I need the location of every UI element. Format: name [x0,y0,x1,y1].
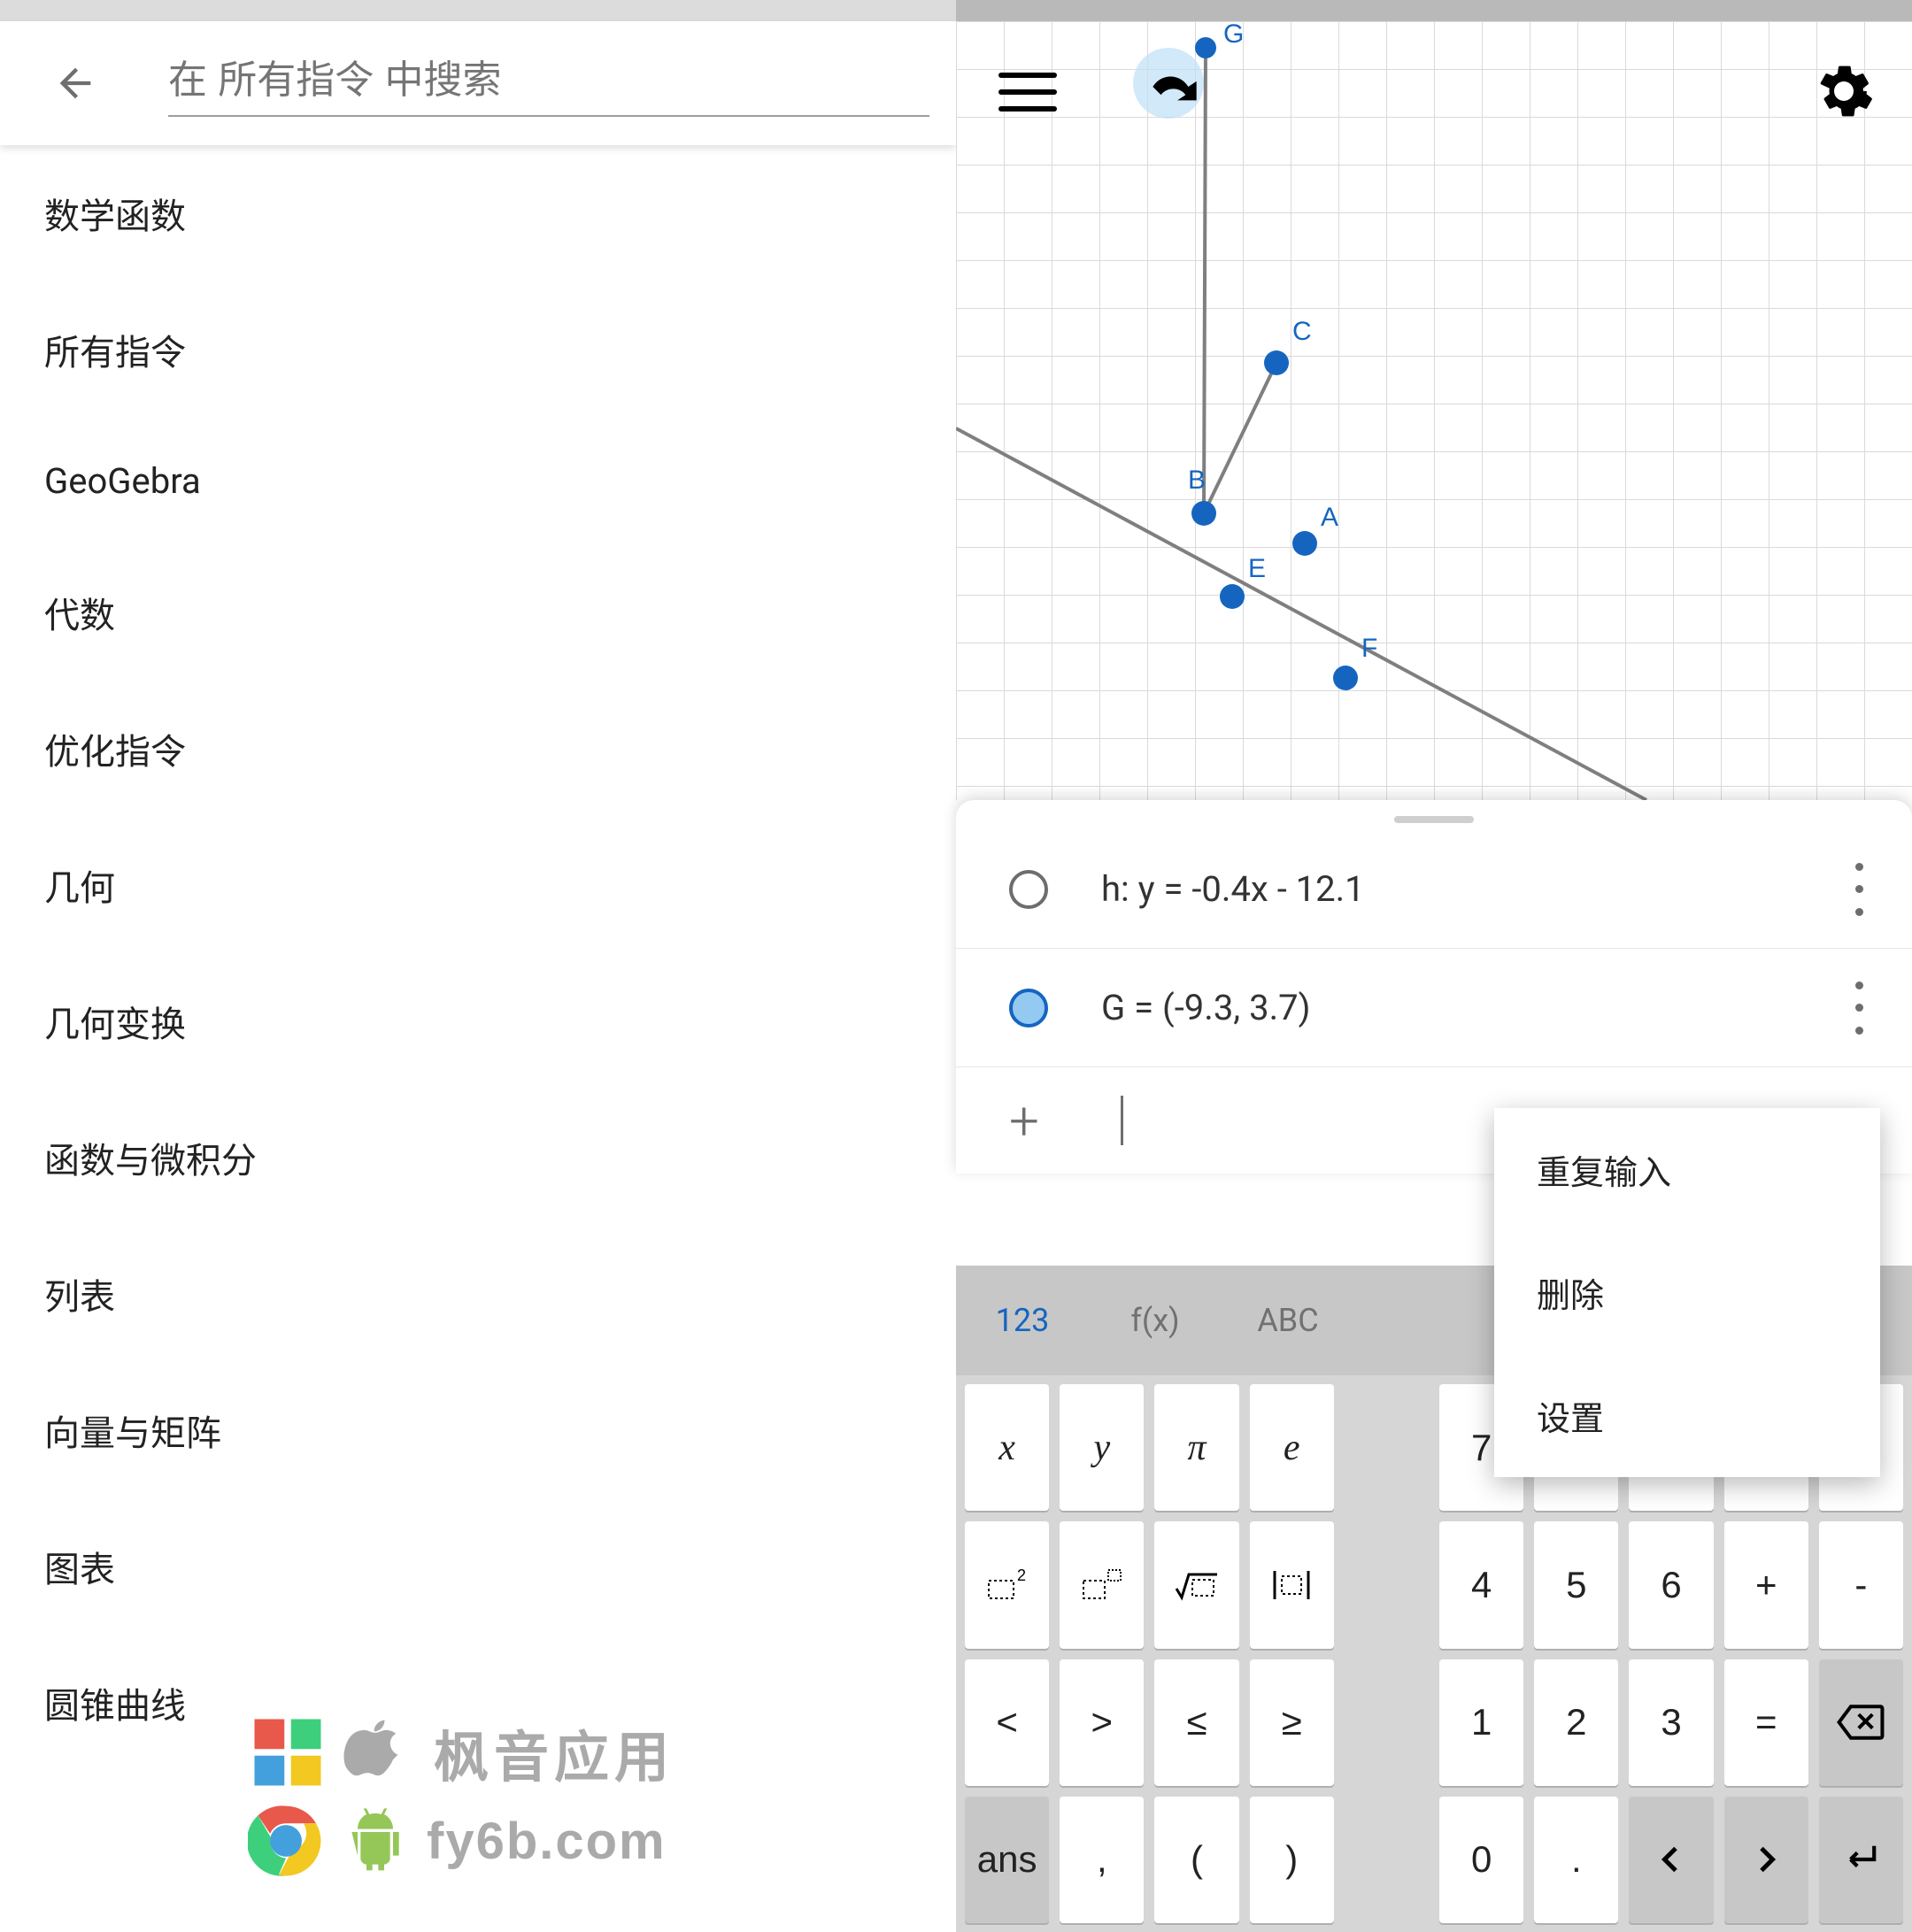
category-item[interactable]: 向量与矩阵 [0,1362,956,1498]
key-right-arrow[interactable] [1724,1797,1808,1923]
status-bar [956,0,1912,21]
svg-text:G: G [1223,21,1244,49]
keyboard-tab-fx[interactable]: f(x) [1089,1266,1222,1375]
algebra-row[interactable]: G = (-9.3, 3.7) [956,949,1912,1067]
key-6[interactable]: 6 [1629,1521,1713,1648]
key-abs[interactable] [1250,1521,1334,1648]
key-e[interactable]: e [1250,1384,1334,1511]
category-item[interactable]: 几何变换 [0,953,956,1089]
key-comma[interactable]: , [1060,1797,1144,1923]
key-enter[interactable] [1819,1797,1903,1923]
key-y[interactable]: y [1060,1384,1144,1511]
graph-svg: G C B A E F [956,21,1912,800]
context-menu: 重复输入 删除 设置 [1494,1108,1880,1477]
segment-bc[interactable] [1204,363,1276,513]
category-item[interactable]: 列表 [0,1226,956,1362]
point-G[interactable]: G [1195,21,1244,58]
status-bar [0,0,956,21]
key-minus[interactable]: - [1819,1521,1903,1648]
category-item[interactable]: 代数 [0,544,956,681]
key-rparen[interactable]: ) [1250,1797,1334,1923]
search-row [0,21,956,145]
key-gap [1345,1797,1429,1923]
visibility-toggle[interactable] [1009,989,1048,1028]
expression[interactable]: h: y = -0.4x - 12.1 [1101,868,1841,910]
category-item[interactable]: 函数与微积分 [0,1089,956,1226]
key-equals[interactable]: = [1724,1659,1808,1786]
key-left-arrow[interactable] [1629,1797,1713,1923]
key-lte[interactable]: ≤ [1154,1659,1238,1786]
category-item[interactable]: 数学函数 [0,145,956,281]
key-5[interactable]: 5 [1534,1521,1618,1648]
key-2[interactable]: 2 [1534,1659,1618,1786]
key-lparen[interactable]: ( [1154,1797,1238,1923]
svg-text:2: 2 [1017,1568,1026,1584]
input-cursor [1121,1096,1123,1145]
search-input[interactable] [168,50,929,117]
row-menu-icon[interactable] [1841,981,1877,1035]
key-0[interactable]: 0 [1439,1797,1523,1923]
category-item[interactable]: 优化指令 [0,681,956,817]
key-gte[interactable]: ≥ [1250,1659,1334,1786]
key-dot[interactable]: . [1534,1797,1618,1923]
point-A[interactable]: A [1292,503,1338,556]
category-item[interactable]: 所有指令 [0,281,956,418]
key-gap [1345,1659,1429,1786]
apple-icon [343,1715,418,1790]
menu-item-delete[interactable]: 删除 [1494,1231,1880,1354]
menu-item-settings[interactable]: 设置 [1494,1354,1880,1477]
chrome-icon [248,1803,324,1879]
point-C[interactable]: C [1264,317,1312,375]
svg-text:B: B [1188,466,1206,495]
right-pane: G C B A E F h: y = -0.4x - 12.1 G = (-9.… [956,0,1912,1932]
keyboard-tab-123[interactable]: 123 [956,1266,1089,1375]
category-item[interactable]: GeoGebra [0,418,956,544]
category-item[interactable]: 几何 [0,817,956,953]
menu-item-repeat-input[interactable]: 重复输入 [1494,1108,1880,1231]
key-3[interactable]: 3 [1629,1659,1713,1786]
svg-text:F: F [1361,634,1377,663]
category-list[interactable]: 数学函数 所有指令 GeoGebra 代数 优化指令 几何 几何变换 函数与微积… [0,145,956,1932]
category-item[interactable]: 图表 [0,1498,956,1635]
visibility-toggle[interactable] [1009,870,1048,909]
expression[interactable]: G = (-9.3, 3.7) [1101,987,1841,1028]
left-pane: 数学函数 所有指令 GeoGebra 代数 优化指令 几何 几何变换 函数与微积… [0,0,956,1932]
key-gt[interactable]: > [1060,1659,1144,1786]
algebra-row[interactable]: h: y = -0.4x - 12.1 [956,830,1912,949]
svg-text:C: C [1292,317,1312,346]
add-icon[interactable]: + [1009,1089,1039,1152]
key-plus[interactable]: + [1724,1521,1808,1648]
watermark: 枫音应用 fy6b.com [248,1713,675,1879]
key-sqrt[interactable] [1154,1521,1238,1648]
graph-canvas[interactable]: G C B A E F [956,21,1912,800]
key-power[interactable] [1060,1521,1144,1648]
key-gap [1345,1384,1429,1511]
key-backspace[interactable] [1819,1659,1903,1786]
android-icon [340,1805,411,1876]
key-1[interactable]: 1 [1439,1659,1523,1786]
line-h[interactable] [956,428,1646,800]
drag-handle[interactable] [1394,816,1474,823]
keyboard-tab-abc[interactable]: ABC [1222,1266,1354,1375]
segment-gb[interactable] [1204,48,1206,513]
key-lt[interactable]: < [965,1659,1049,1786]
row-menu-icon[interactable] [1841,863,1877,916]
key-4[interactable]: 4 [1439,1521,1523,1648]
svg-text:A: A [1321,503,1338,532]
windows-icon [248,1713,328,1792]
svg-text:E: E [1248,554,1266,583]
watermark-url: fy6b.com [427,1812,667,1871]
watermark-text: 枫音应用 [434,1713,675,1792]
key-pi[interactable]: π [1154,1384,1238,1511]
key-gap [1345,1521,1429,1648]
back-arrow-icon[interactable] [44,52,106,114]
key-x[interactable]: x [965,1384,1049,1511]
key-ans[interactable]: ans [965,1797,1049,1923]
key-square[interactable]: 2 [965,1521,1049,1648]
